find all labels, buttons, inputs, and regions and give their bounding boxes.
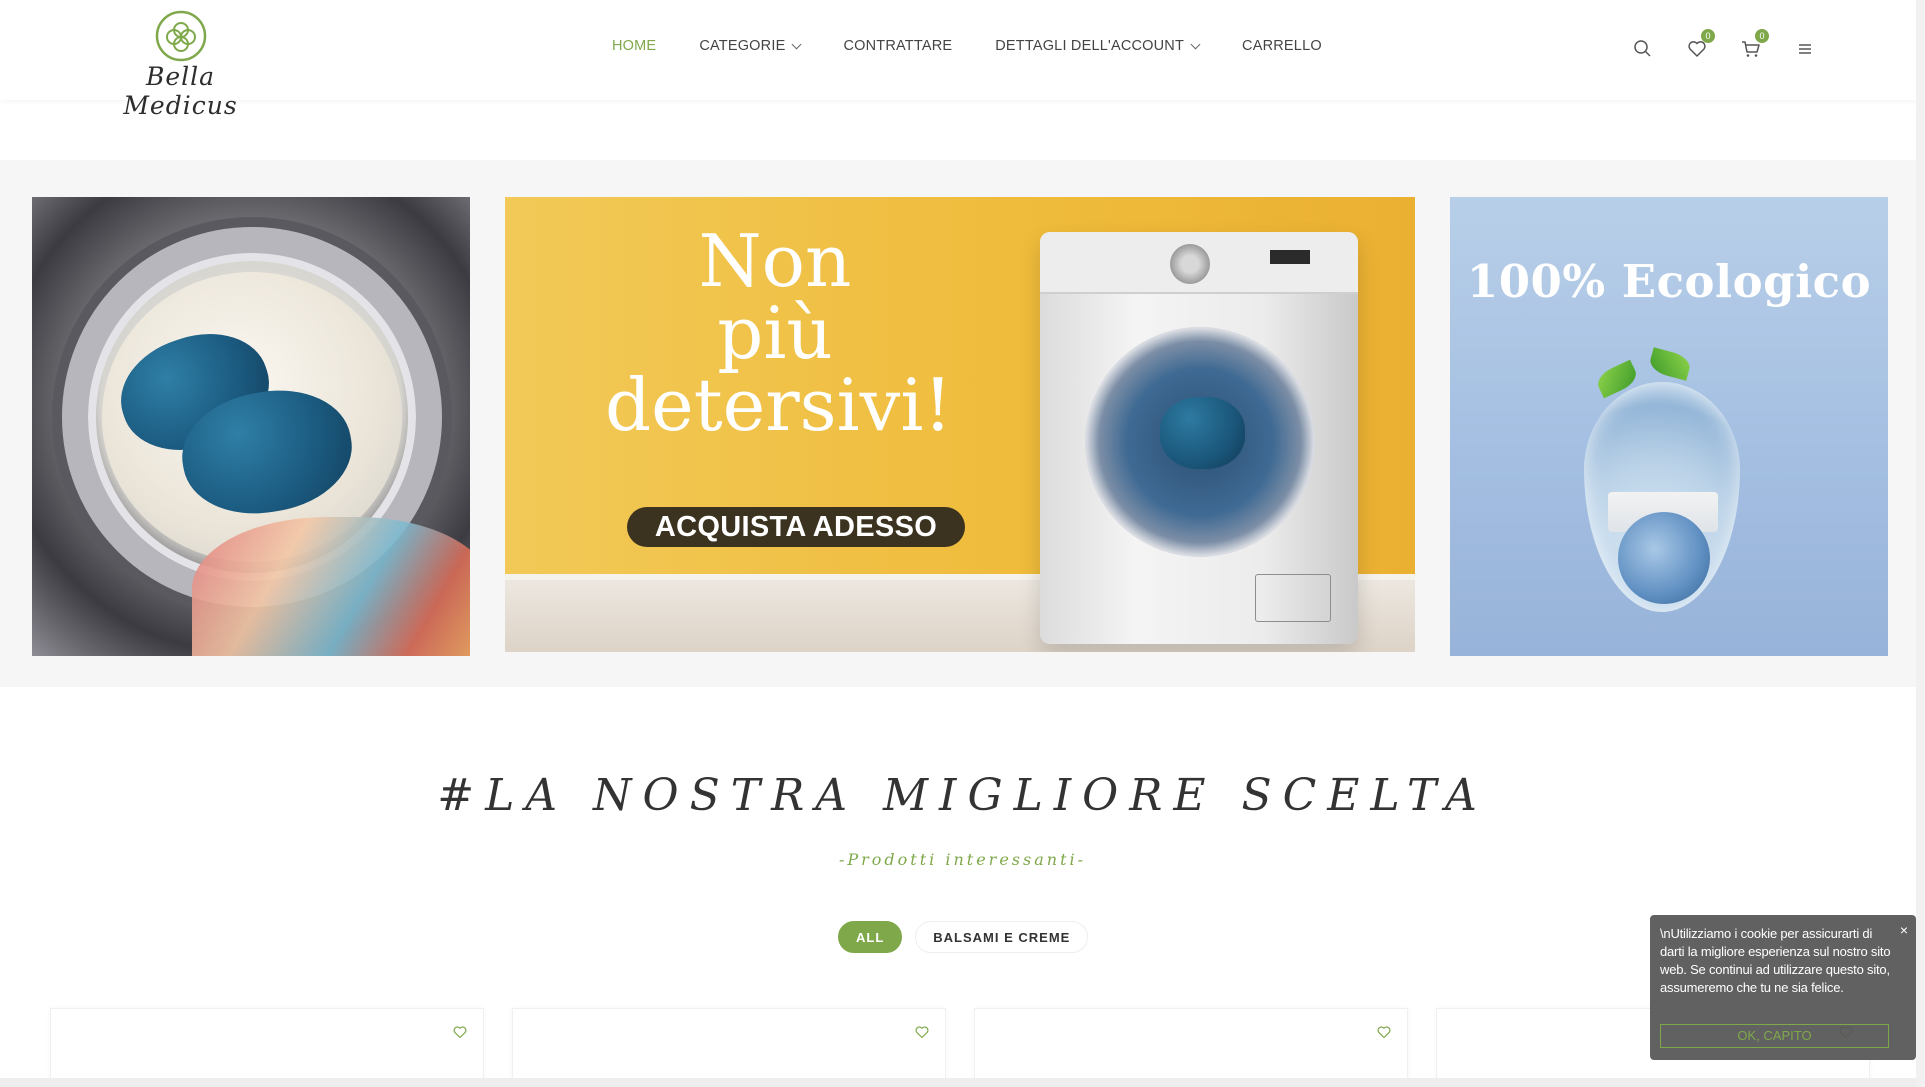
shop-now-button[interactable]: ACQUISTA ADESSO — [627, 507, 965, 547]
chevron-down-icon — [1190, 39, 1201, 49]
banner-strip: Non più detersivi! ACQUISTA ADESSO 100% … — [0, 160, 1925, 687]
washer-knob — [1170, 244, 1210, 284]
banner-washer-drum-image[interactable] — [32, 197, 470, 656]
header-icons: 0 0 — [1630, 29, 1846, 62]
menu-button[interactable] — [1792, 36, 1818, 62]
heart-icon[interactable] — [913, 1023, 931, 1041]
washer-control-panel — [1040, 232, 1358, 294]
main-nav: HOME CATEGORIE CONTRATTARE DETTAGLI DELL… — [612, 38, 1365, 54]
brand-name: Bella Medicus — [123, 62, 238, 120]
logo-emblem-icon — [155, 10, 207, 62]
promo-headline: Non più detersivi! — [605, 219, 953, 447]
nav-item-categorie[interactable]: CATEGORIE — [699, 38, 802, 54]
product-card[interactable] — [512, 1008, 946, 1087]
site-header: Bella Medicus HOME CATEGORIE CONTRATTARE… — [0, 0, 1925, 120]
nav-item-label: CARRELLO — [1242, 38, 1322, 54]
wishlist-count-badge: 0 — [1701, 29, 1715, 43]
filter-balsami-e-creme[interactable]: BALSAMI E CREME — [915, 921, 1089, 953]
washer-door — [1085, 327, 1315, 557]
washing-machine-image — [1040, 232, 1358, 644]
horizontal-scrollbar[interactable] — [0, 1078, 1916, 1087]
heart-icon[interactable] — [451, 1023, 469, 1041]
nav-item-home[interactable]: HOME — [612, 38, 656, 54]
leaf-icon — [1647, 347, 1693, 381]
nav-item-label: DETTAGLI DELL'ACCOUNT — [995, 38, 1185, 54]
nav-item-label: CONTRATTARE — [843, 38, 953, 54]
banner-eco[interactable]: 100% Ecologico — [1450, 197, 1888, 656]
globe-icon — [1618, 512, 1710, 604]
cookie-text: \nUtilizziamo i cookie per assicurarti d… — [1660, 926, 1891, 995]
banner-promo[interactable]: Non più detersivi! ACQUISTA ADESSO — [505, 197, 1415, 652]
section-subtitle: -Prodotti interessanti- — [838, 850, 1087, 869]
product-card[interactable] — [50, 1008, 484, 1087]
headline-line: detersivi! — [605, 363, 953, 447]
section-title: #LA NOSTRA MIGLIORE SCELTA — [437, 770, 1488, 821]
close-icon[interactable]: × — [1900, 922, 1908, 938]
headline-line: più — [717, 291, 833, 375]
heart-icon[interactable] — [1375, 1023, 1393, 1041]
vertical-scrollbar[interactable] — [1916, 0, 1925, 1087]
product-card[interactable] — [974, 1008, 1408, 1087]
cookie-notice: \nUtilizziamo i cookie per assicurarti d… — [1650, 915, 1916, 1060]
wash-pad-image — [1160, 397, 1245, 469]
nav-item-contrattare[interactable]: CONTRATTARE — [843, 38, 952, 54]
washer-drawer — [1255, 574, 1331, 622]
headline-line: Non — [698, 219, 852, 303]
cart-count-badge: 0 — [1755, 29, 1769, 43]
brand-logo[interactable]: Bella Medicus — [98, 10, 263, 120]
page: Bella Medicus HOME CATEGORIE CONTRATTARE… — [0, 0, 1925, 1087]
chevron-down-icon — [791, 39, 802, 49]
nav-item-account[interactable]: DETTAGLI DELL'ACCOUNT — [995, 38, 1201, 54]
washer-display — [1270, 250, 1310, 264]
search-button[interactable] — [1630, 36, 1656, 62]
cart-button[interactable]: 0 — [1738, 29, 1769, 62]
laundry-image — [192, 517, 470, 656]
product-filters: ALL BALSAMI E CREME — [838, 921, 1089, 953]
nav-item-label: HOME — [612, 38, 657, 54]
water-drop-image — [1584, 382, 1740, 612]
nav-item-carrello[interactable]: CARRELLO — [1242, 38, 1322, 54]
hamburger-icon — [1799, 44, 1811, 54]
cookie-accept-button[interactable]: OK, CAPITO — [1660, 1024, 1889, 1048]
eco-title: 100% Ecologico — [1466, 255, 1872, 308]
wishlist-button[interactable]: 0 — [1684, 29, 1715, 62]
search-icon — [1634, 40, 1651, 57]
nav-item-label: CATEGORIE — [699, 38, 786, 54]
filter-all[interactable]: ALL — [838, 921, 903, 953]
